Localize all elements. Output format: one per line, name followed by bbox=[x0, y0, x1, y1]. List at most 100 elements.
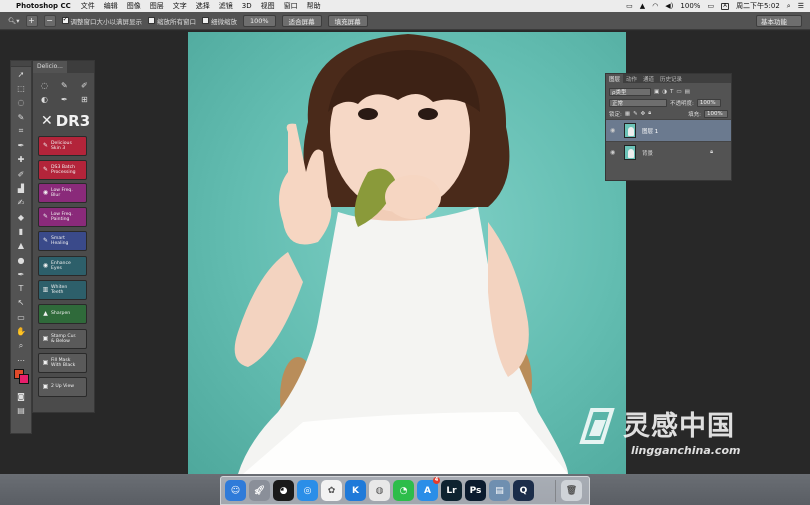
wechat-icon[interactable]: ◔ bbox=[393, 480, 414, 501]
document-canvas[interactable] bbox=[188, 32, 626, 474]
zoom-tool-icon[interactable]: ⌕ bbox=[11, 339, 31, 353]
grid-icon[interactable]: ⊞ bbox=[81, 95, 93, 104]
menu-help[interactable]: 帮助 bbox=[307, 1, 321, 11]
layer-row-background[interactable]: ◉ 背景 🔒︎ bbox=[606, 141, 731, 163]
delicious-button[interactable]: ▣ 2 Up View bbox=[38, 377, 87, 397]
path-select-tool-icon[interactable]: ↖ bbox=[11, 296, 31, 310]
lock-transparent-icon[interactable]: ▦ bbox=[625, 111, 630, 117]
airplay-icon[interactable]: ▲ bbox=[640, 2, 645, 10]
zoom-in-button[interactable]: + bbox=[25, 14, 38, 27]
screen-mode-icon[interactable]: ▤ bbox=[11, 404, 31, 418]
volume-icon[interactable]: ◀) bbox=[665, 2, 673, 10]
screen-icon[interactable]: ▭ bbox=[626, 2, 633, 10]
clock[interactable]: 周二下午5:02 bbox=[736, 1, 780, 11]
menu-image[interactable]: 图像 bbox=[127, 1, 141, 11]
delicious-tab[interactable]: Delicio... bbox=[33, 61, 94, 73]
layer-row-layer1[interactable]: ◉ 图层 1 bbox=[606, 119, 731, 141]
filter-shape-icon[interactable]: ▭ bbox=[676, 89, 681, 95]
fill-screen-button[interactable]: 填充屏幕 bbox=[327, 14, 368, 27]
filter-type-icon[interactable]: T bbox=[670, 89, 673, 95]
blur-tool-icon[interactable]: ▲ bbox=[11, 239, 31, 253]
filter-pixel-icon[interactable]: ▣ bbox=[654, 89, 659, 95]
move-tool-icon[interactable]: ➚ bbox=[11, 67, 31, 81]
tab-history[interactable]: 历史记录 bbox=[657, 74, 685, 83]
filter-kind-select[interactable]: ρ类型 bbox=[609, 87, 651, 96]
marquee-tool-icon[interactable]: ⬚ bbox=[11, 81, 31, 95]
visibility-eye-icon[interactable]: ◉ bbox=[610, 149, 618, 156]
zoom-100-button[interactable]: 100% bbox=[243, 14, 276, 27]
lock-move-icon[interactable]: ✥ bbox=[641, 111, 646, 117]
safari-icon[interactable]: ◎ bbox=[297, 480, 318, 501]
menu-3d[interactable]: 3D bbox=[242, 2, 252, 10]
quicktime-icon[interactable]: Q bbox=[513, 480, 534, 501]
delicious-button[interactable]: ◉ Low Freq. Blur bbox=[38, 183, 87, 203]
notification-icon[interactable]: ☰ bbox=[798, 2, 804, 10]
visibility-eye-icon[interactable]: ◉ bbox=[610, 127, 618, 134]
pen-tool-icon[interactable]: ✒ bbox=[11, 267, 31, 281]
eraser-tool-icon[interactable]: ◆ bbox=[11, 210, 31, 224]
preview-icon[interactable]: ▤ bbox=[489, 480, 510, 501]
menu-file[interactable]: 文件 bbox=[81, 1, 95, 11]
lasso-tool-icon[interactable]: ◌ bbox=[11, 96, 31, 110]
resize-windows-checkbox[interactable]: 调整窗口大小以满屏显示 bbox=[61, 15, 142, 26]
healing-tool-icon[interactable]: ✚ bbox=[11, 153, 31, 167]
filter-adjust-icon[interactable]: ◑ bbox=[662, 89, 667, 95]
app-menu[interactable]: Photoshop CC bbox=[16, 2, 71, 10]
photoshop-icon[interactable]: Ps bbox=[465, 480, 486, 501]
delicious-button[interactable]: ▣ Fill Mask With Black bbox=[38, 353, 87, 373]
input-method-icon[interactable]: A bbox=[721, 2, 730, 10]
delicious-button[interactable]: ✎ Smart Healing bbox=[38, 231, 87, 251]
filter-smart-icon[interactable]: ▤ bbox=[685, 89, 690, 95]
hand-tool-icon[interactable]: ✋ bbox=[11, 324, 31, 338]
dropper-icon[interactable]: ✒ bbox=[61, 95, 73, 104]
launchpad-icon[interactable]: 🚀︎ bbox=[249, 480, 270, 501]
scrubby-zoom-checkbox[interactable]: 细微缩放 bbox=[202, 16, 237, 26]
background-color[interactable] bbox=[19, 374, 29, 385]
chrome-icon[interactable]: ◍ bbox=[369, 480, 390, 501]
delicious-button[interactable]: ▲ Sharpen bbox=[38, 304, 87, 324]
lock-all-icon[interactable]: 🔒︎ bbox=[648, 110, 651, 117]
qq-icon[interactable]: ◕ bbox=[273, 480, 294, 501]
menu-edit[interactable]: 编辑 bbox=[104, 1, 118, 11]
tab-channels[interactable]: 通道 bbox=[640, 74, 657, 83]
delicious-button[interactable]: ✎ Low Freq. Painting bbox=[38, 207, 87, 227]
brush-icon[interactable]: ✎ bbox=[61, 81, 73, 90]
delicious-button[interactable]: ◉ Enhance Eyes bbox=[38, 256, 87, 276]
photos-icon[interactable]: ✿ bbox=[321, 480, 342, 501]
eyedropper-tool-icon[interactable]: ✒ bbox=[11, 138, 31, 152]
lasso-icon[interactable]: ◌ bbox=[41, 81, 53, 90]
fit-screen-button[interactable]: 适合屏幕 bbox=[281, 14, 322, 27]
appstore-icon[interactable]: A4 bbox=[417, 477, 440, 501]
menu-view[interactable]: 视图 bbox=[261, 1, 275, 11]
brush-2-icon[interactable]: ✐ bbox=[81, 81, 93, 90]
menu-filter[interactable]: 滤镜 bbox=[219, 1, 233, 11]
zoom-all-checkbox[interactable]: 缩放所有窗口 bbox=[148, 16, 196, 26]
tab-actions[interactable]: 动作 bbox=[623, 74, 640, 83]
tab-layers[interactable]: 图层 bbox=[606, 74, 624, 83]
delicious-button[interactable]: ▥ Whiten Teeth bbox=[38, 280, 87, 300]
shape-tool-icon[interactable]: ▭ bbox=[11, 310, 31, 324]
color-swatches[interactable] bbox=[11, 367, 31, 389]
delicious-button[interactable]: ✎ DS3 Batch Processing bbox=[38, 160, 87, 180]
type-tool-icon[interactable]: T bbox=[11, 281, 31, 295]
delicious-button[interactable]: ✎ Delicious Skin 3 bbox=[38, 136, 87, 156]
history-brush-tool-icon[interactable]: ✍ bbox=[11, 196, 31, 210]
opacity-field[interactable]: 100% bbox=[696, 98, 721, 107]
workspace-select[interactable]: 基本功能 bbox=[756, 15, 802, 27]
dodge-tool-icon[interactable]: ● bbox=[11, 253, 31, 267]
menu-type[interactable]: 文字 bbox=[173, 1, 187, 11]
brush-tool-icon[interactable]: ✐ bbox=[11, 167, 31, 181]
finder-icon[interactable]: ☺ bbox=[225, 480, 246, 501]
menu-layer[interactable]: 图层 bbox=[150, 1, 164, 11]
lock-paint-icon[interactable]: ✎ bbox=[633, 111, 638, 117]
quick-select-tool-icon[interactable]: ✎ bbox=[11, 110, 31, 124]
crop-tool-icon[interactable]: ⌗ bbox=[11, 124, 31, 138]
menu-select[interactable]: 选择 bbox=[196, 1, 210, 11]
gradient-tool-icon[interactable]: ▮ bbox=[11, 224, 31, 238]
wifi-icon[interactable]: ◠ bbox=[652, 2, 658, 10]
mask-icon[interactable]: ◐ bbox=[41, 95, 53, 104]
fill-field[interactable]: 100% bbox=[704, 109, 728, 118]
more-tools-icon[interactable]: ⋯ bbox=[11, 353, 31, 367]
lightroom-icon[interactable]: Lr bbox=[441, 480, 462, 501]
stamp-tool-icon[interactable]: ▟ bbox=[11, 181, 31, 195]
